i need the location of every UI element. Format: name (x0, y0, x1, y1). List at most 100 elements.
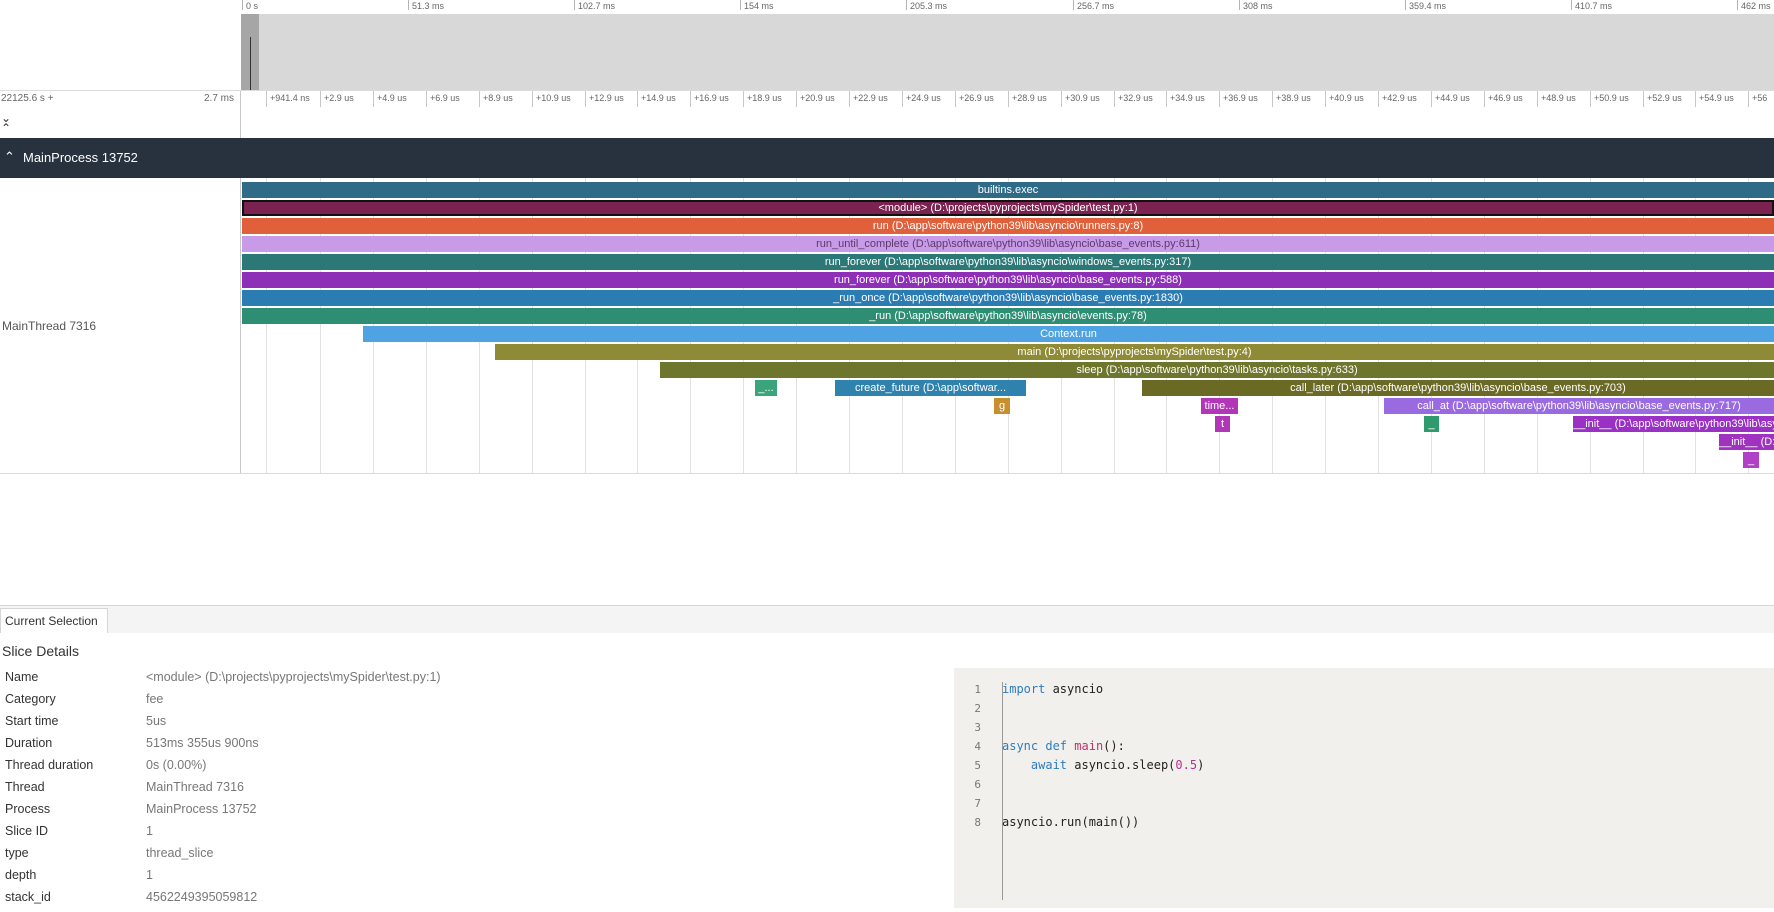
flame-slice[interactable]: _run (D:\app\software\python39\lib\async… (242, 308, 1774, 324)
detail-row: stack_id 4562249395059812 (5, 890, 905, 912)
flame-slice[interactable]: call_later (D:\app\software\python39\lib… (1142, 380, 1774, 396)
axis-tick (1008, 91, 1009, 107)
axis-span-label: 2.7 ms (204, 93, 235, 104)
axis-tick-label: +26.9 us (959, 93, 994, 103)
axis-tick (532, 91, 533, 107)
detail-row: Thread MainThread 7316 (5, 780, 905, 802)
code-line: 4 async def main(): (954, 737, 1774, 756)
flame-slice[interactable]: create_future (D:\app\softwar... (835, 380, 1026, 396)
overview-tick-label: 256.7 ms (1077, 1, 1115, 11)
axis-tick (1695, 91, 1696, 107)
detail-key: Process (5, 802, 51, 816)
flame-slice[interactable]: _ (1743, 452, 1759, 468)
axis-tick-label: +56 (1752, 93, 1768, 103)
axis-tick-label: +50.9 us (1594, 93, 1629, 103)
flame-slice[interactable]: builtins.exec (242, 182, 1774, 198)
flame-slice[interactable]: sleep (D:\app\software\python39\lib\asyn… (660, 362, 1774, 378)
flame-slice[interactable]: call_at (D:\app\software\python39\lib\as… (1384, 398, 1774, 414)
detail-row: Duration 513ms 355us 900ns (5, 736, 905, 758)
overview-timeline[interactable] (241, 14, 1774, 90)
overview-cursor-line (250, 37, 251, 90)
flame-slice[interactable]: _... (755, 380, 777, 396)
flame-slice[interactable]: <module> (D:\projects\pyprojects\mySpide… (242, 200, 1774, 216)
flame-slice[interactable]: _run_once (D:\app\software\python39\lib\… (242, 290, 1774, 306)
axis-tick (955, 91, 956, 107)
flame-slice[interactable]: run_forever (D:\app\software\python39\li… (242, 254, 1774, 270)
flame-slice[interactable]: __init__ (D:\app\software\python39\lib\a… (1719, 434, 1774, 450)
line-number: 7 (974, 797, 981, 810)
details-title: Slice Details (2, 643, 80, 659)
flame-slice[interactable]: __init__ (D:\app\software\python39\lib\a… (1573, 416, 1774, 432)
axis-tick (796, 91, 797, 107)
detail-row: Name <module> (D:\projects\pyprojects\myS… (5, 670, 905, 692)
detail-row: Start time 5us (5, 714, 905, 736)
axis-tick-label: +4.9 us (377, 93, 407, 103)
chevron-up-icon[interactable]: ⌃ (4, 149, 15, 165)
axis-tick (902, 91, 903, 107)
process-header[interactable]: ⌃ MainProcess 13752 (0, 138, 1774, 178)
code-text: import asyncio (1002, 682, 1104, 696)
overview-ruler: 0 s 51.3 ms 102.7 ms 154 ms 205.3 ms 256.7 ms… (0, 0, 1774, 14)
axis-tick (320, 91, 321, 107)
collapse-all-icon[interactable]: ⌄ ⌃ (1, 112, 11, 134)
flame-slice[interactable]: g (994, 398, 1010, 414)
overview-tick (906, 0, 907, 10)
axis-tick-label: +14.9 us (641, 93, 676, 103)
axis-tick-label: +52.9 us (1647, 93, 1682, 103)
axis-tick-label: +12.9 us (589, 93, 624, 103)
axis-tick-label: +941.4 ns (270, 93, 310, 103)
axis-tick (1114, 91, 1115, 107)
axis-tick-label: +18.9 us (747, 93, 782, 103)
detail-key: Category (5, 692, 56, 706)
flame-slice[interactable]: main (D:\projects\pyprojects\mySpider\te… (495, 344, 1774, 360)
overview-left-gutter (0, 14, 242, 90)
axis-start-label: 22125.6 s + (1, 93, 54, 104)
overview-tick (1571, 0, 1572, 10)
axis-tick-label: +46.9 us (1488, 93, 1523, 103)
flame-slice[interactable]: run_until_complete (D:\app\software\pyth… (242, 236, 1774, 252)
detail-key: Start time (5, 714, 59, 728)
detail-value: 0s (0.00%) (146, 758, 207, 772)
source-code-panel: 1 import asyncio 2 3 4 async def main(): 5 awa… (954, 668, 1774, 908)
overview-tick (740, 0, 741, 10)
detail-row: Slice ID 1 (5, 824, 905, 846)
axis-tick-label: +10.9 us (536, 93, 571, 103)
detail-row: type thread_slice (5, 846, 905, 868)
detail-row: depth 1 (5, 868, 905, 890)
overview-tick (574, 0, 575, 10)
axis-tick-label: +16.9 us (694, 93, 729, 103)
code-line: 5 await asyncio.sleep(0.5) (954, 756, 1774, 775)
axis-tick (1272, 91, 1273, 107)
flame-slice[interactable]: time... (1201, 398, 1238, 414)
line-number: 8 (974, 816, 981, 829)
flame-slice[interactable]: run_forever (D:\app\software\python39\li… (242, 272, 1774, 288)
flame-slice[interactable]: Context.run (363, 326, 1774, 342)
time-axis: 22125.6 s + 2.7 ms ⌄ ⌃ +941.4 ns +2.9 us +4… (0, 90, 1774, 139)
overview-tick (1239, 0, 1240, 10)
thread-label: MainThread 7316 (2, 319, 97, 333)
detail-value: MainProcess 13752 (146, 802, 257, 816)
axis-tick-label: +48.9 us (1541, 93, 1576, 103)
time-axis-gutter: 22125.6 s + 2.7 ms ⌄ ⌃ (0, 91, 241, 139)
line-number: 3 (974, 721, 981, 734)
overview-tick-label: 410.7 ms (1575, 1, 1613, 11)
axis-tick-label: +24.9 us (906, 93, 941, 103)
axis-tick (1643, 91, 1644, 107)
overview-tick-label: 51.3 ms (412, 1, 445, 11)
detail-key: stack_id (5, 890, 51, 904)
axis-tick-label: +2.9 us (324, 93, 354, 103)
axis-tick (266, 91, 267, 107)
detail-row: Process MainProcess 13752 (5, 802, 905, 824)
tab-current-selection[interactable]: Current Selection (0, 608, 108, 633)
detail-value: MainThread 7316 (146, 780, 244, 794)
axis-tick (1484, 91, 1485, 107)
axis-tick-label: +38.9 us (1276, 93, 1311, 103)
flame-slice[interactable]: _ (1424, 416, 1439, 432)
code-line: 1 import asyncio (954, 680, 1774, 699)
flame-slice[interactable]: t (1215, 416, 1230, 432)
code-line: 8 asyncio.run(main()) (954, 813, 1774, 832)
flame-slice[interactable]: run (D:\app\software\python39\lib\asynci… (242, 218, 1774, 234)
detail-row: Thread duration 0s (0.00%) (5, 758, 905, 780)
detail-key: Name (5, 670, 39, 684)
detail-value: 4562249395059812 (146, 890, 258, 904)
